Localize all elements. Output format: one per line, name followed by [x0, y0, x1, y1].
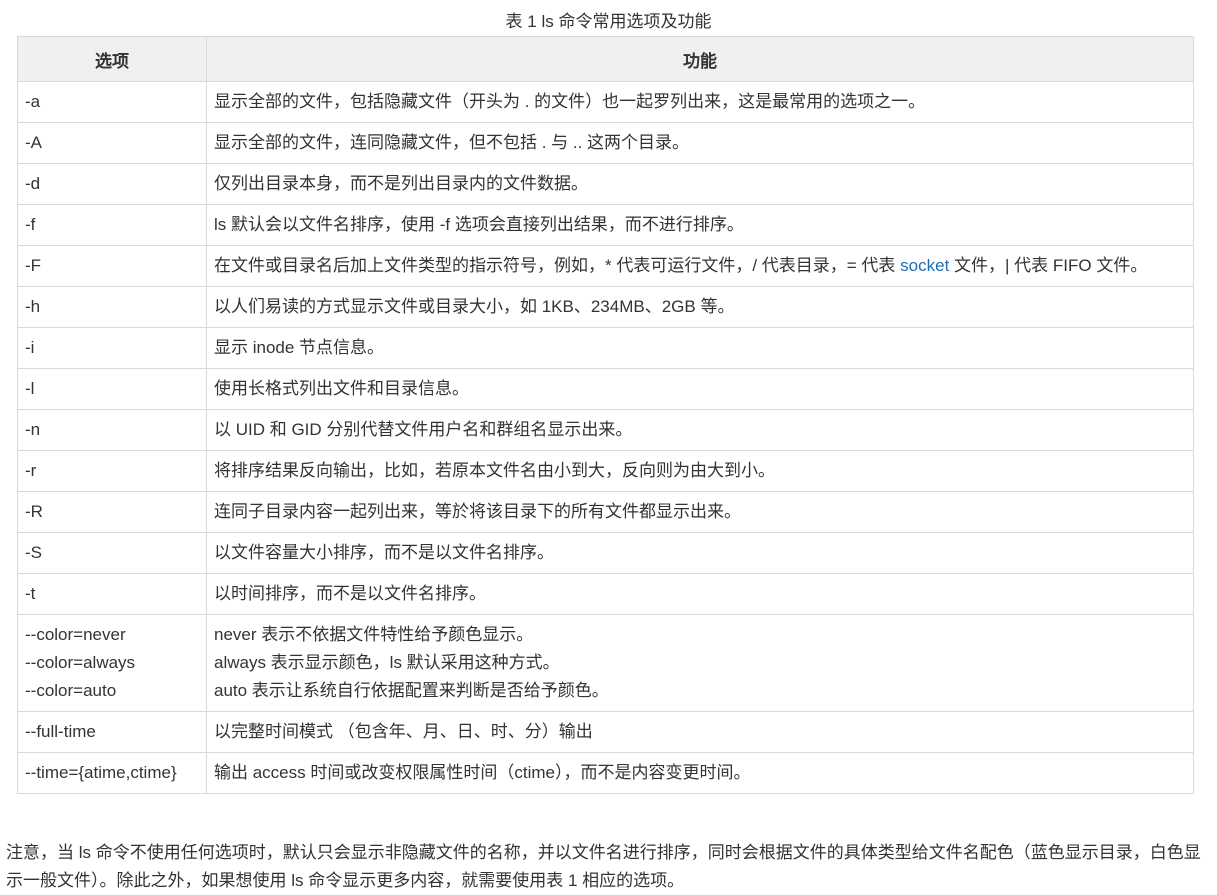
- option-cell: --color=never --color=always --color=aut…: [17, 614, 207, 712]
- function-cell: 显示 inode 节点信息。: [206, 327, 1194, 369]
- header-option: 选项: [17, 36, 207, 82]
- table-row: -S 以文件容量大小排序，而不是以文件名排序。: [17, 532, 1194, 574]
- function-cell: 以完整时间模式 （包含年、月、日、时、分）输出: [206, 711, 1194, 753]
- function-cell: 以人们易读的方式显示文件或目录大小，如 1KB、234MB、2GB 等。: [206, 286, 1194, 328]
- function-cell: 显示全部的文件，连同隐藏文件，但不包括 . 与 .. 这两个目录。: [206, 122, 1194, 164]
- table-row: --color=never --color=always --color=aut…: [17, 614, 1194, 712]
- function-cell: 在文件或目录名后加上文件类型的指示符号，例如，* 代表可运行文件，/ 代表目录，…: [206, 245, 1194, 287]
- option-cell: -A: [17, 122, 207, 164]
- table-row: -F 在文件或目录名后加上文件类型的指示符号，例如，* 代表可运行文件，/ 代表…: [17, 245, 1194, 287]
- option-line: --color=always: [25, 653, 136, 672]
- function-cell: never 表示不依据文件特性给予颜色显示。 always 表示显示颜色，ls …: [206, 614, 1194, 712]
- table-row: --time={atime,ctime} 输出 access 时间或改变权限属性…: [17, 752, 1194, 794]
- function-cell: 输出 access 时间或改变权限属性时间（ctime），而不是内容变更时间。: [206, 752, 1194, 794]
- function-line: always 表示显示颜色，ls 默认采用这种方式。: [214, 653, 560, 672]
- option-cell: --full-time: [17, 711, 207, 753]
- function-line: auto 表示让系统自行依据配置来判断是否给予颜色。: [214, 681, 609, 700]
- function-cell: 以 UID 和 GID 分别代替文件用户名和群组名显示出来。: [206, 409, 1194, 451]
- function-line: never 表示不依据文件特性给予颜色显示。: [214, 625, 534, 644]
- function-cell: 使用长格式列出文件和目录信息。: [206, 368, 1194, 410]
- function-cell: 连同子目录内容一起列出来，等於将该目录下的所有文件都显示出来。: [206, 491, 1194, 533]
- function-text: 文件，| 代表 FIFO 文件。: [949, 256, 1148, 275]
- function-cell: 以时间排序，而不是以文件名排序。: [206, 573, 1194, 615]
- option-cell: -t: [17, 573, 207, 615]
- option-cell: -l: [17, 368, 207, 410]
- option-cell: -h: [17, 286, 207, 328]
- option-line: --color=never: [25, 625, 126, 644]
- option-cell: -i: [17, 327, 207, 369]
- table-row: -t 以时间排序，而不是以文件名排序。: [17, 573, 1194, 615]
- option-line: --color=auto: [25, 681, 117, 700]
- table-row: -i 显示 inode 节点信息。: [17, 327, 1194, 369]
- table-row: -h 以人们易读的方式显示文件或目录大小，如 1KB、234MB、2GB 等。: [17, 286, 1194, 328]
- table-row: -d 仅列出目录本身，而不是列出目录内的文件数据。: [17, 163, 1194, 205]
- table-row: -f ls 默认会以文件名排序，使用 -f 选项会直接列出结果，而不进行排序。: [17, 204, 1194, 246]
- option-cell: -F: [17, 245, 207, 287]
- table-header-row: 选项 功能: [17, 36, 1194, 82]
- table-row: -a 显示全部的文件，包括隐藏文件（开头为 . 的文件）也一起罗列出来，这是最常…: [17, 81, 1194, 123]
- table-row: --full-time 以完整时间模式 （包含年、月、日、时、分）输出: [17, 711, 1194, 753]
- option-cell: -n: [17, 409, 207, 451]
- table-caption: 表 1 ls 命令常用选项及功能: [505, 12, 712, 31]
- option-cell: -d: [17, 163, 207, 205]
- table-row: -R 连同子目录内容一起列出来，等於将该目录下的所有文件都显示出来。: [17, 491, 1194, 533]
- option-cell: -f: [17, 204, 207, 246]
- table-row: -r 将排序结果反向输出，比如，若原本文件名由小到大，反向则为由大到小。: [17, 450, 1194, 492]
- function-cell: ls 默认会以文件名排序，使用 -f 选项会直接列出结果，而不进行排序。: [206, 204, 1194, 246]
- ls-options-table: 选项 功能 -a 显示全部的文件，包括隐藏文件（开头为 . 的文件）也一起罗列出…: [17, 36, 1194, 794]
- option-cell: -r: [17, 450, 207, 492]
- table-row: -n 以 UID 和 GID 分别代替文件用户名和群组名显示出来。: [17, 409, 1194, 451]
- table-row: -l 使用长格式列出文件和目录信息。: [17, 368, 1194, 410]
- function-cell: 以文件容量大小排序，而不是以文件名排序。: [206, 532, 1194, 574]
- table-row: -A 显示全部的文件，连同隐藏文件，但不包括 . 与 .. 这两个目录。: [17, 122, 1194, 164]
- function-cell: 显示全部的文件，包括隐藏文件（开头为 . 的文件）也一起罗列出来，这是最常用的选…: [206, 81, 1194, 123]
- function-cell: 将排序结果反向输出，比如，若原本文件名由小到大，反向则为由大到小。: [206, 450, 1194, 492]
- option-cell: -S: [17, 532, 207, 574]
- option-cell: --time={atime,ctime}: [17, 752, 207, 794]
- usage-note: 注意，当 ls 命令不使用任何选项时，默认只会显示非隐藏文件的名称，并以文件名进…: [6, 843, 1201, 890]
- function-cell: 仅列出目录本身，而不是列出目录内的文件数据。: [206, 163, 1194, 205]
- option-cell: -R: [17, 491, 207, 533]
- function-text: 在文件或目录名后加上文件类型的指示符号，例如，* 代表可运行文件，/ 代表目录，…: [214, 256, 901, 275]
- header-function: 功能: [206, 36, 1194, 82]
- option-cell: -a: [17, 81, 207, 123]
- socket-link[interactable]: socket: [900, 256, 949, 275]
